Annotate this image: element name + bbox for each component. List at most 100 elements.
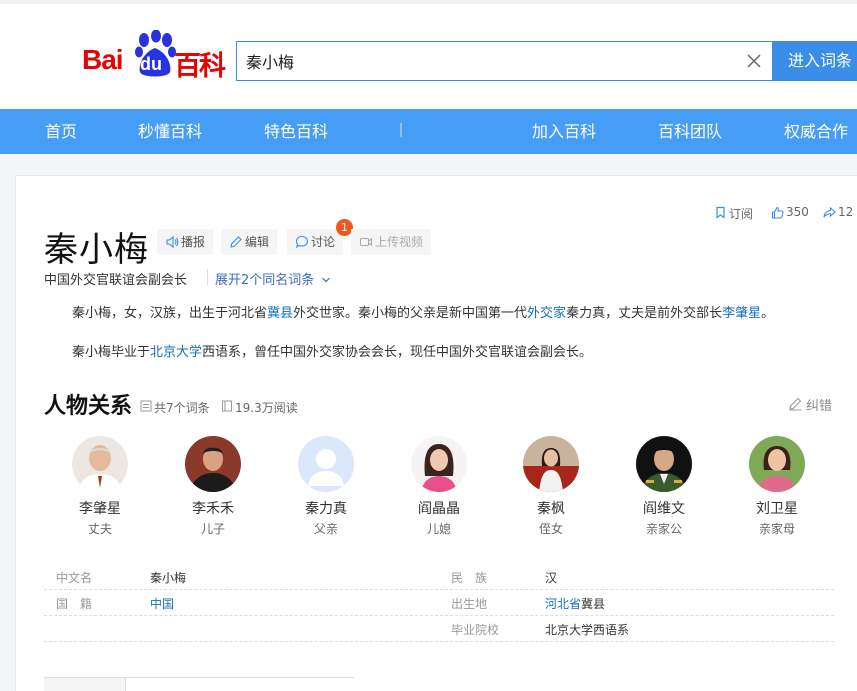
person-card[interactable]: 李肇星 丈夫 — [60, 436, 140, 537]
summary-paragraph-1: 秦小梅，女，汉族，出生于河北省冀县外交世家。秦小梅的父亲是新中国第一代外交家秦力… — [72, 302, 774, 321]
avatar — [523, 436, 579, 492]
upload-video-label: 上传视频 — [375, 235, 424, 249]
pencil-icon — [230, 236, 242, 248]
info-row: 国 籍 中国 出生地 河北省冀县 — [44, 590, 834, 616]
summary-text: 。 — [761, 306, 775, 321]
nav-team[interactable]: 百科团队 — [658, 109, 722, 154]
enter-entry-button[interactable]: 进入词条 — [772, 41, 857, 81]
info-key: 中文名 — [56, 571, 93, 585]
avatar — [185, 436, 241, 492]
default-avatar-icon — [298, 436, 354, 492]
relations-count: 共7个词条 — [140, 399, 210, 416]
relations-views: 19.3万阅读 — [221, 399, 298, 416]
summary-text: 秦小梅毕业于 — [72, 345, 151, 360]
link-li-zhaoxing[interactable]: 李肇星 — [722, 306, 761, 321]
person-name: 阎维文 — [643, 501, 685, 517]
person-name: 秦力真 — [305, 501, 347, 517]
chevron-down-icon — [322, 277, 331, 283]
comment-icon — [295, 235, 309, 249]
expand-homonyms-label: 展开2个同名词条 — [215, 273, 315, 288]
nav-divider — [400, 123, 402, 137]
speaker-icon — [166, 235, 179, 249]
person-card[interactable]: 阎维文 亲家公 — [624, 436, 704, 537]
person-relation: 亲家公 — [645, 522, 682, 536]
info-value: 秦小梅 — [150, 571, 187, 585]
person-relation: 丈夫 — [87, 522, 112, 536]
share-button[interactable]: 12 — [823, 205, 853, 219]
info-value: 河北省冀县 — [545, 595, 605, 612]
logo-du-text: du — [140, 54, 162, 74]
person-card[interactable]: 刘卫星 亲家母 — [737, 436, 817, 537]
summary-text: 秦力真，丈夫是前外交部长 — [566, 306, 723, 321]
person-card[interactable]: 李禾禾 儿子 — [173, 436, 253, 537]
person-relation: 儿子 — [200, 522, 225, 536]
baidu-baike-logo[interactable]: Bai du 百科 — [80, 30, 226, 82]
person-relation: 亲家母 — [758, 522, 795, 536]
relations-title: 人物关系 — [44, 394, 133, 419]
correct-error-button[interactable]: 纠错 — [788, 395, 832, 414]
summary-text: 外交世家。秦小梅的父亲是新中国第一代 — [293, 306, 528, 321]
person-name: 阎晶晶 — [418, 501, 460, 517]
info-key: 毕业院校 — [451, 623, 500, 637]
info-value: 北京大学西语系 — [545, 623, 630, 637]
entry-subtitle: 中国外交官联谊会副会长 — [44, 273, 188, 288]
link-diplomat[interactable]: 外交家 — [527, 306, 566, 321]
entry-title: 秦小梅 — [44, 230, 149, 270]
list-icon — [140, 400, 152, 412]
info-key: 出生地 — [451, 597, 488, 611]
link-peking-university[interactable]: 北京大学 — [150, 345, 202, 360]
header: Bai du 百科 进入词条 — [0, 0, 857, 109]
logo-bai-text: Bai — [82, 44, 124, 75]
main-nav: 首页 秒懂百科 特色百科 加入百科 百科团队 权威合作 — [0, 109, 857, 154]
info-row: 中文名 秦小梅 民 族 汉 — [44, 564, 834, 590]
like-button[interactable]: 350 — [771, 205, 809, 219]
discuss-label: 讨论 — [311, 235, 336, 249]
thumbs-up-icon — [771, 206, 784, 219]
person-name: 李禾禾 — [192, 501, 234, 517]
subtitle-divider — [207, 269, 208, 285]
pencil-icon — [789, 397, 802, 411]
link-jixian[interactable]: 冀县 — [267, 306, 293, 321]
avatar — [636, 436, 692, 492]
tab-active[interactable] — [44, 678, 126, 691]
summary-text: 西语系，曾任中国外交家协会会长，现任中国外交官联谊会副会长。 — [202, 345, 593, 360]
video-camera-icon — [359, 237, 373, 247]
person-card[interactable]: 秦力真 父亲 — [286, 436, 366, 537]
search-box — [236, 41, 773, 81]
summary-text: 秦小梅，女，汉族，出生于河北省 — [72, 306, 268, 321]
nav-cooperation[interactable]: 权威合作 — [784, 109, 848, 154]
search-input[interactable] — [237, 42, 737, 80]
info-key: 民 族 — [451, 571, 488, 585]
nav-home[interactable]: 首页 — [45, 109, 77, 154]
person-card[interactable]: 阎晶晶 儿媳 — [399, 436, 479, 537]
edit-button[interactable]: 编辑 — [221, 229, 278, 255]
person-name: 秦枫 — [537, 501, 565, 517]
person-name: 刘卫星 — [756, 501, 798, 517]
book-icon — [222, 400, 232, 412]
subscribe-button[interactable]: 订阅 — [714, 205, 753, 222]
avatar — [411, 436, 467, 492]
avatar — [749, 436, 805, 492]
info-value: 汉 — [545, 571, 558, 585]
share-icon — [823, 206, 836, 218]
person-relation: 侄女 — [538, 522, 563, 536]
person-card[interactable]: 秦枫 侄女 — [511, 436, 591, 537]
link-china[interactable]: 中国 — [150, 595, 174, 612]
content-tabs — [44, 677, 354, 691]
bookmark-icon — [716, 206, 725, 219]
expand-homonyms-link[interactable]: 展开2个同名词条 — [215, 269, 331, 288]
info-row: 毕业院校 北京大学西语系 — [44, 616, 834, 642]
nav-join[interactable]: 加入百科 — [532, 109, 596, 154]
upload-video-button[interactable]: 上传视频 — [351, 229, 432, 255]
nav-miaodong[interactable]: 秒懂百科 — [138, 109, 202, 154]
link-hebei[interactable]: 河北省 — [545, 597, 581, 611]
clear-icon[interactable] — [746, 53, 762, 69]
avatar — [72, 436, 128, 492]
edit-label: 编辑 — [245, 235, 270, 249]
relations-views-label: 19.3万阅读 — [235, 401, 298, 415]
nav-special[interactable]: 特色百科 — [264, 109, 328, 154]
discuss-button[interactable]: 讨论 — [287, 229, 344, 255]
play-button[interactable]: 播报 — [157, 229, 214, 255]
info-value-text: 冀县 — [581, 597, 606, 611]
info-key: 国 籍 — [56, 597, 93, 611]
